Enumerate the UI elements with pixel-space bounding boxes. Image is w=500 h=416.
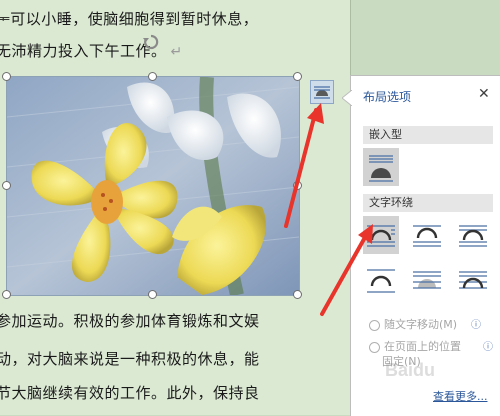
resize-handle-top[interactable]	[148, 72, 157, 81]
resize-handle-top-left[interactable]	[2, 72, 11, 81]
radio-move-with-text[interactable]: 随文字移动(M)	[369, 316, 457, 332]
section-wrap: 文字环绕	[363, 194, 493, 212]
text-line-3: 参加运动。积极的参加体育锻炼和文娱	[0, 312, 260, 330]
option-behind-text-icon[interactable]	[409, 262, 445, 300]
resize-handle-top-right[interactable]	[293, 72, 302, 81]
option-tight-icon[interactable]	[409, 216, 445, 254]
text-line-5: 节大脑继续有效的工作。此外，保持良	[0, 384, 260, 402]
paragraph-mark: ↵	[170, 44, 183, 60]
radio-fix-on-page[interactable]: 在页面上的位置	[369, 338, 461, 354]
info-icon[interactable]: ⓘ	[483, 338, 493, 353]
option-in-front-icon[interactable]	[455, 262, 491, 300]
panel-title: 布局选项	[363, 90, 412, 104]
panel-pointer	[342, 90, 352, 106]
resize-handle-bottom-left[interactable]	[2, 290, 11, 299]
resize-handle-bottom-right[interactable]	[293, 290, 302, 299]
layout-options-button[interactable]	[310, 80, 334, 104]
resize-handle-bottom[interactable]	[148, 290, 157, 299]
resize-handle-left[interactable]	[2, 181, 11, 190]
see-more-link[interactable]: 查看更多...	[433, 388, 488, 404]
resize-handle-right[interactable]	[293, 181, 302, 190]
option-inline-icon[interactable]	[363, 148, 399, 186]
option-top-bottom-icon[interactable]	[363, 262, 399, 300]
layout-options-icon	[314, 86, 330, 99]
option-square-icon[interactable]	[363, 216, 399, 254]
text-line-1: ᆍ可以小睡，使脑细胞得到暂时休息，	[0, 10, 259, 28]
text-line-4: 动，对大脑来说是一种积极的休息，能	[0, 350, 260, 368]
section-inline: 嵌入型	[363, 126, 493, 144]
document-page: ᆍ可以小睡，使脑细胞得到暂时休息， 无沛精力投入下午工作。 ↵ 参加运动。积极的…	[0, 0, 351, 415]
radio-circle[interactable]	[369, 319, 380, 331]
rotate-handle-icon[interactable]	[142, 33, 160, 51]
watermark: Baidu	[385, 360, 436, 380]
fix-on-page-label-1: 在页面上的位置	[384, 340, 461, 353]
option-through-icon[interactable]	[455, 216, 491, 254]
radio-circle[interactable]	[369, 341, 380, 353]
flower-image[interactable]	[6, 76, 300, 296]
move-with-text-label: 随文字移动(M)	[384, 318, 458, 331]
close-icon[interactable]: ✕	[478, 86, 490, 102]
info-icon[interactable]: ⓘ	[471, 316, 481, 331]
